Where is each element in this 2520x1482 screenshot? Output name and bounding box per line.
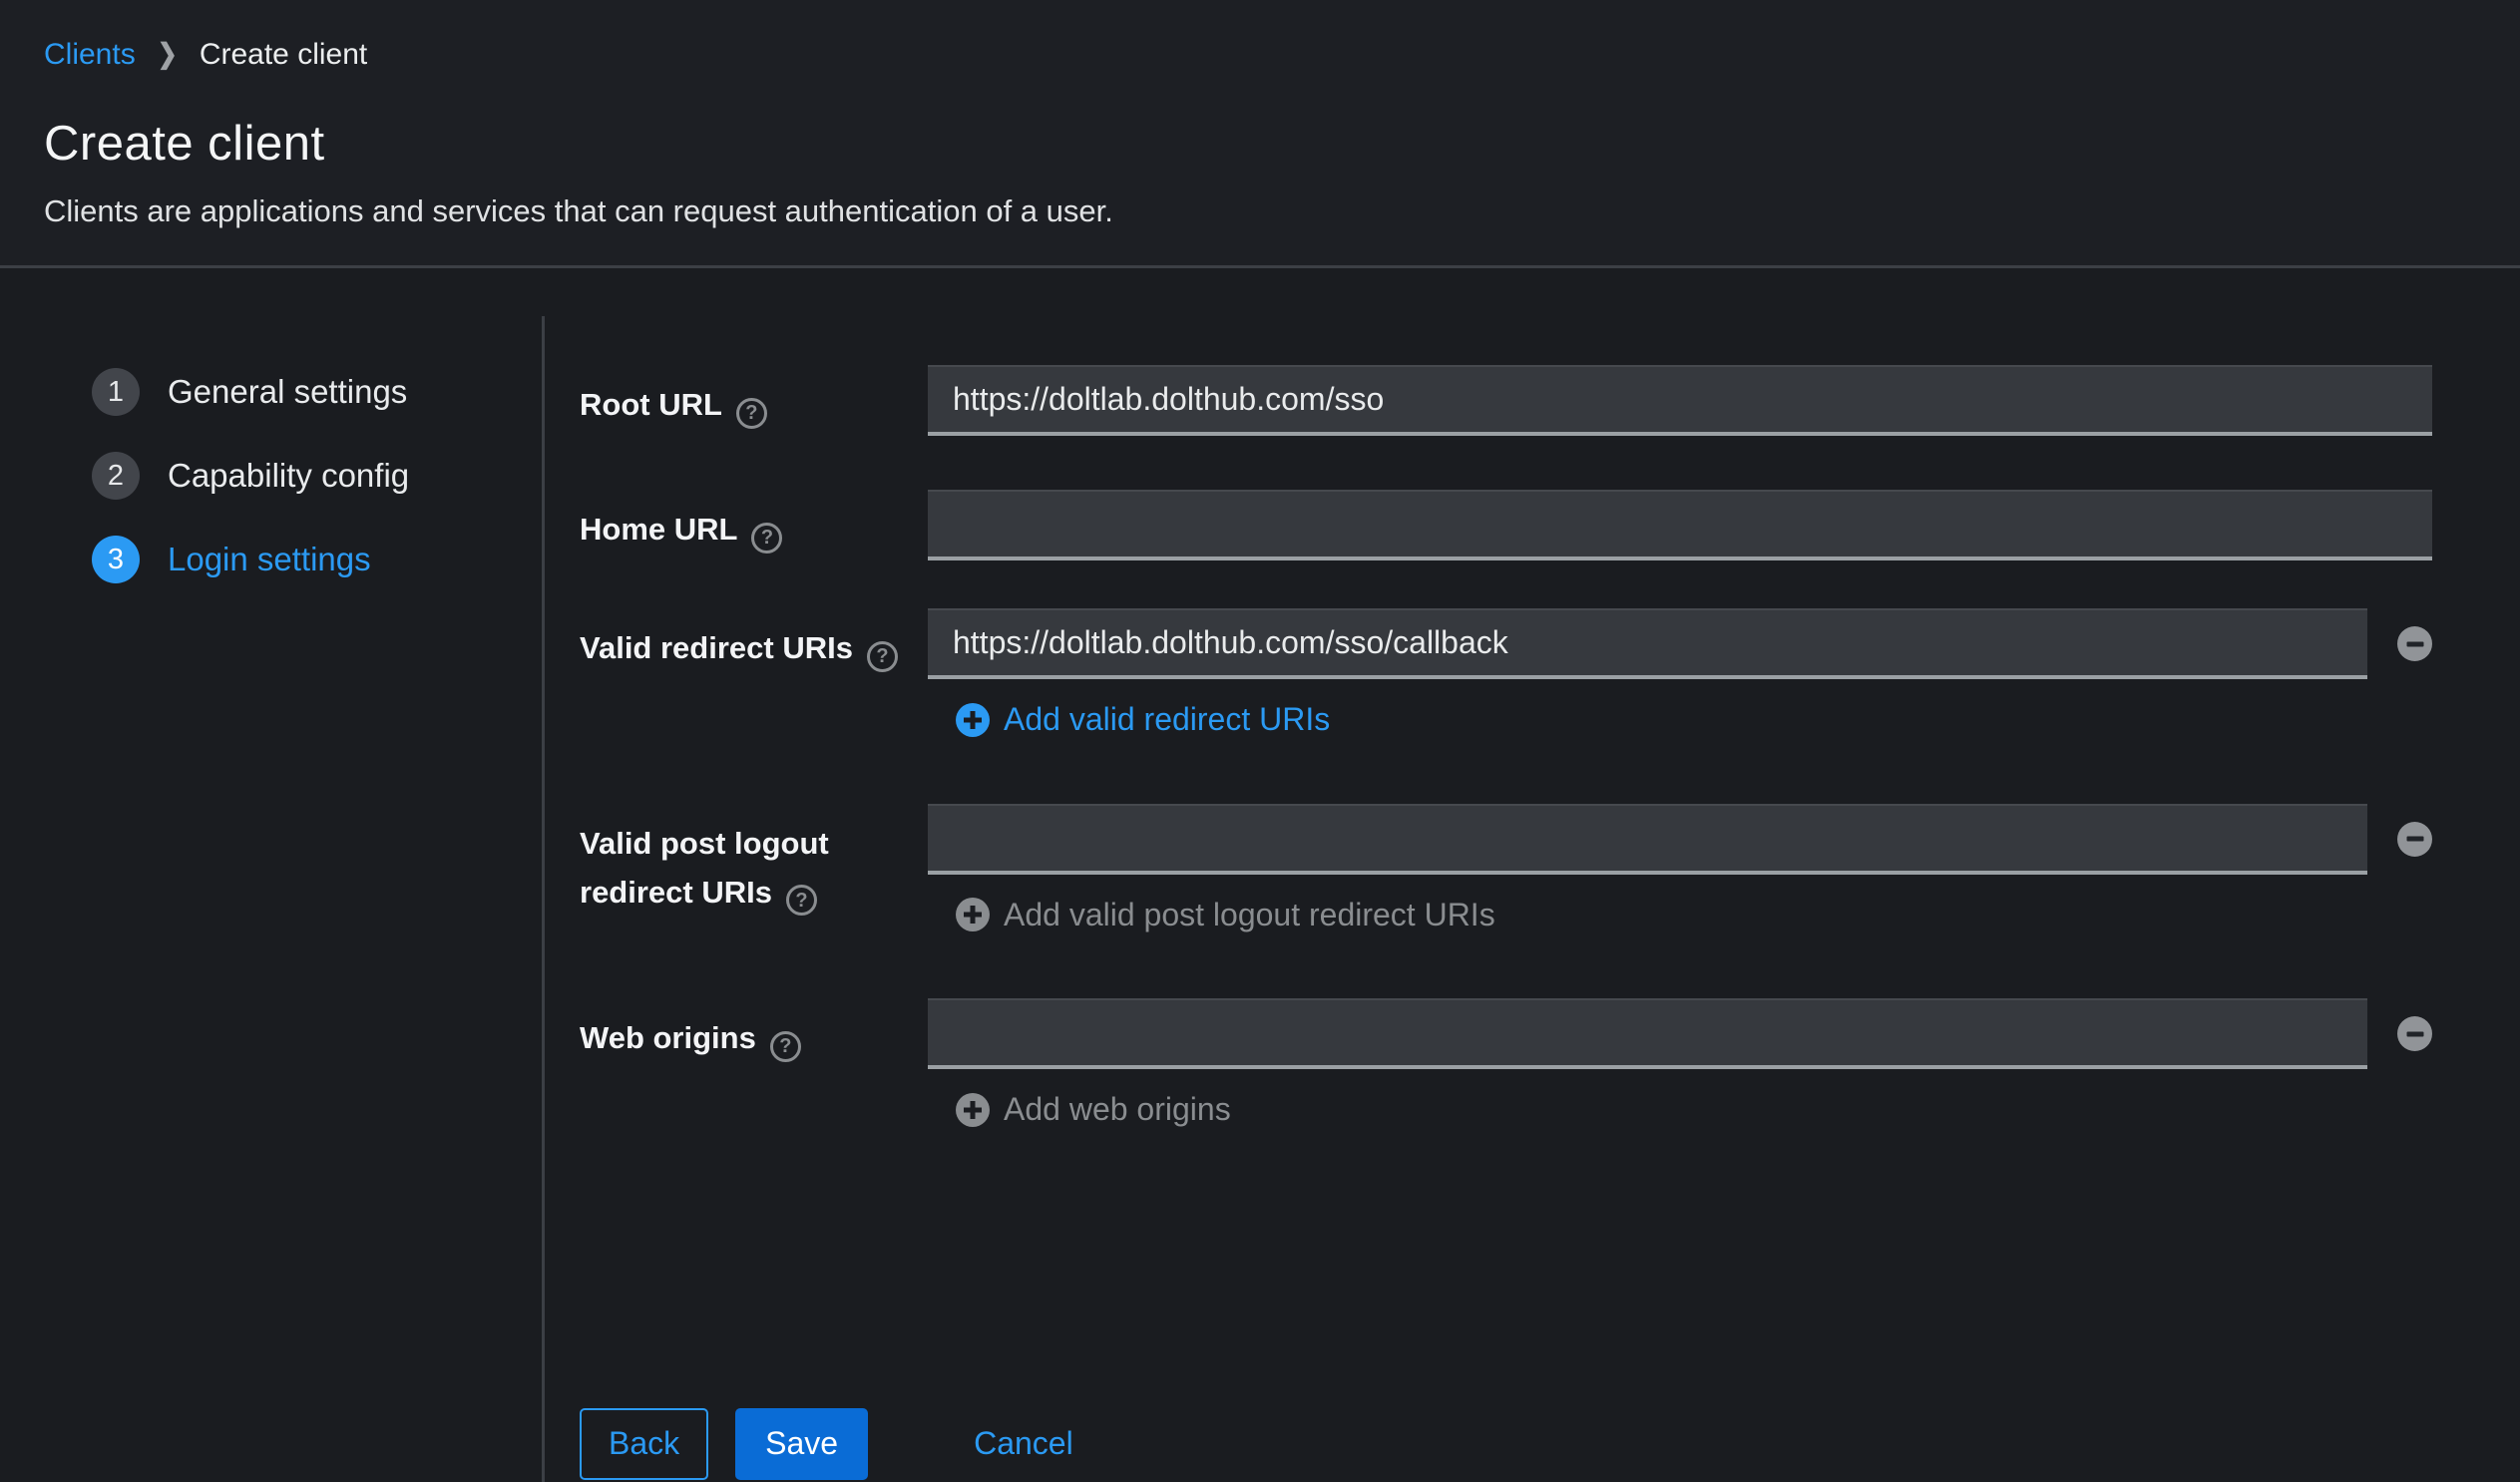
valid-redirect-uris-label: Valid redirect URIs?	[580, 608, 928, 672]
form-row-root-url: Root URL?	[580, 365, 2432, 436]
plus-circle-icon	[956, 703, 990, 737]
post-logout-redirect-uri-input[interactable]	[928, 804, 2367, 875]
web-origins-label: Web origins?	[580, 998, 928, 1062]
cancel-button[interactable]: Cancel	[974, 1408, 1073, 1480]
add-valid-redirect-uri-button[interactable]: Add valid redirect URIs	[956, 701, 1330, 738]
breadcrumb-current: Create client	[200, 38, 367, 72]
step-number-badge: 1	[92, 368, 140, 416]
plus-circle-icon	[956, 898, 990, 931]
root-url-label: Root URL?	[580, 365, 928, 429]
question-circle-icon[interactable]: ?	[751, 523, 782, 554]
form-row-web-origins: Web origins? Add web origins	[580, 998, 2432, 1132]
home-url-input[interactable]	[928, 490, 2432, 560]
step-label: Capability config	[168, 457, 409, 495]
page-subtitle: Clients are applications and services th…	[44, 193, 2476, 229]
wizard-content: 1 General settings 2 Capability config 3…	[0, 268, 2520, 1482]
chevron-right-icon: ❯	[158, 41, 178, 69]
step-label: Login settings	[168, 541, 371, 578]
create-client-page: Clients ❯ Create client Create client Cl…	[0, 0, 2520, 1482]
minus-circle-icon[interactable]	[2397, 822, 2432, 857]
breadcrumb-link-clients[interactable]: Clients	[44, 38, 136, 72]
web-origins-input[interactable]	[928, 998, 2367, 1069]
valid-redirect-uri-input[interactable]	[928, 608, 2367, 679]
wizard-step-capability-config[interactable]: 2 Capability config	[92, 452, 542, 500]
form-row-post-logout-redirect-uris: Valid post logout redirect URIs? Add val…	[580, 804, 2432, 937]
wizard-nav: 1 General settings 2 Capability config 3…	[0, 268, 542, 1482]
home-url-label: Home URL?	[580, 490, 928, 554]
post-logout-redirect-uris-label: Valid post logout redirect URIs?	[580, 804, 928, 917]
step-label: General settings	[168, 373, 407, 411]
save-button[interactable]: Save	[735, 1408, 868, 1480]
wizard-step-login-settings[interactable]: 3 Login settings	[92, 536, 542, 583]
step-number-badge: 2	[92, 452, 140, 500]
page-title: Create client	[44, 116, 2476, 172]
add-post-logout-redirect-uri-button[interactable]: Add valid post logout redirect URIs	[956, 897, 1495, 933]
wizard-footer: Back Save Cancel	[580, 1408, 2432, 1480]
minus-circle-icon[interactable]	[2397, 1016, 2432, 1051]
root-url-input[interactable]	[928, 365, 2432, 436]
question-circle-icon[interactable]: ?	[770, 1031, 801, 1062]
question-circle-icon[interactable]: ?	[736, 398, 767, 429]
minus-circle-icon[interactable]	[2397, 626, 2432, 661]
login-settings-form: Root URL? Home URL? Valid redirect URIs?	[545, 268, 2520, 1482]
question-circle-icon[interactable]: ?	[786, 885, 817, 916]
web-origin-row	[928, 998, 2432, 1069]
redirect-uri-row	[928, 608, 2432, 679]
add-web-origins-button[interactable]: Add web origins	[956, 1091, 1231, 1128]
form-row-valid-redirect-uris: Valid redirect URIs? Add valid redirect …	[580, 608, 2432, 742]
post-logout-uri-row	[928, 804, 2432, 875]
back-button[interactable]: Back	[580, 1408, 708, 1480]
form-row-home-url: Home URL?	[580, 490, 2432, 560]
wizard-step-general-settings[interactable]: 1 General settings	[92, 368, 542, 416]
plus-circle-icon	[956, 1093, 990, 1127]
question-circle-icon[interactable]: ?	[867, 641, 898, 672]
breadcrumb: Clients ❯ Create client	[44, 38, 2476, 72]
page-header: Clients ❯ Create client Create client Cl…	[0, 0, 2520, 268]
step-number-badge: 3	[92, 536, 140, 583]
